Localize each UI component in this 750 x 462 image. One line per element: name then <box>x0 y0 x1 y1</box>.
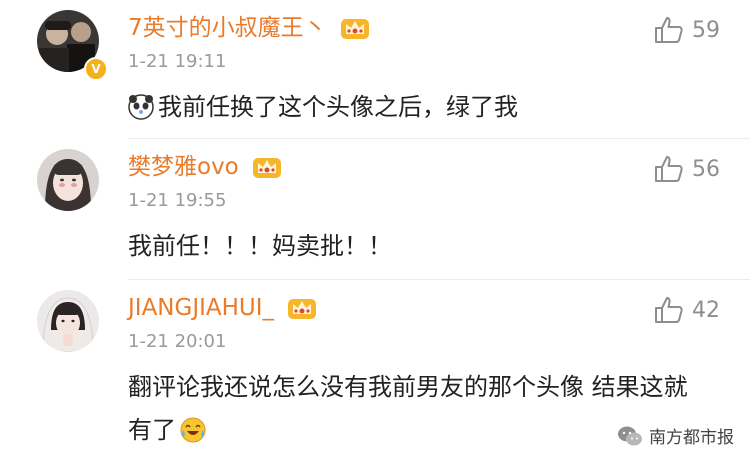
avatar[interactable] <box>37 149 99 211</box>
avatar-girl-photo-icon <box>37 149 99 211</box>
comment-text: 我前任！！！妈卖批！！ <box>128 232 392 260</box>
crown-badge-icon <box>288 299 317 319</box>
panda-emoji-icon <box>128 94 154 120</box>
username-text[interactable]: 樊梦雅ovo <box>128 154 239 180</box>
crown-badge-icon <box>340 19 369 39</box>
avatar-girl-photo-icon <box>37 290 99 352</box>
crown-badge-icon <box>253 158 282 178</box>
comment-text-content: 翻评论我还说怎么没有我前男友的那个头像 结果这就有了 <box>128 373 688 444</box>
username[interactable]: 7英寸的小叔魔王丶 <box>128 12 370 44</box>
watermark: 南方都市报 <box>617 423 734 448</box>
like-count: 42 <box>692 297 720 323</box>
comment-text: 翻评论我还说怎么没有我前男友的那个头像 结果这就有了 <box>128 366 688 452</box>
username[interactable]: JIANGJIAHUI_ <box>128 292 317 324</box>
username[interactable]: 樊梦雅ovo <box>128 151 282 183</box>
like-button[interactable]: 56 <box>654 155 720 183</box>
like-button[interactable]: 42 <box>654 296 720 324</box>
thumbs-up-icon <box>655 156 683 182</box>
like-count: 56 <box>692 156 720 182</box>
comment-time: 1-21 19:55 <box>128 190 227 211</box>
laugh-cry-emoji-icon <box>180 417 206 443</box>
verified-badge-icon: V <box>84 57 108 81</box>
comment-time: 1-21 19:11 <box>128 51 227 72</box>
thumbs-up-icon <box>655 297 683 323</box>
username-text[interactable]: JIANGJIAHUI_ <box>128 295 274 321</box>
comment-text: 我前任换了这个头像之后，绿了我 <box>128 86 688 129</box>
username-text[interactable]: 7英寸的小叔魔王丶 <box>128 15 327 41</box>
avatar[interactable] <box>37 290 99 352</box>
comment-item: 樊梦雅ovo 1-21 19:55 56 我前任！！！妈卖批！！ <box>0 139 750 279</box>
watermark-text: 南方都市报 <box>649 428 734 448</box>
comment-item: JIANGJIAHUI_ 1-21 20:01 42 翻评论我还说怎么没有我前男… <box>0 280 750 462</box>
thumbs-up-icon <box>655 17 683 43</box>
wechat-icon <box>618 426 642 445</box>
like-count: 59 <box>692 17 720 43</box>
comment-time: 1-21 20:01 <box>128 331 227 352</box>
comment-text-content: 我前任换了这个头像之后，绿了我 <box>158 93 518 121</box>
comment-item: V 7英寸的小叔魔王丶 1-21 19:11 59 我前任换了这个头像之后，绿了… <box>0 0 750 138</box>
like-button[interactable]: 59 <box>654 16 720 44</box>
